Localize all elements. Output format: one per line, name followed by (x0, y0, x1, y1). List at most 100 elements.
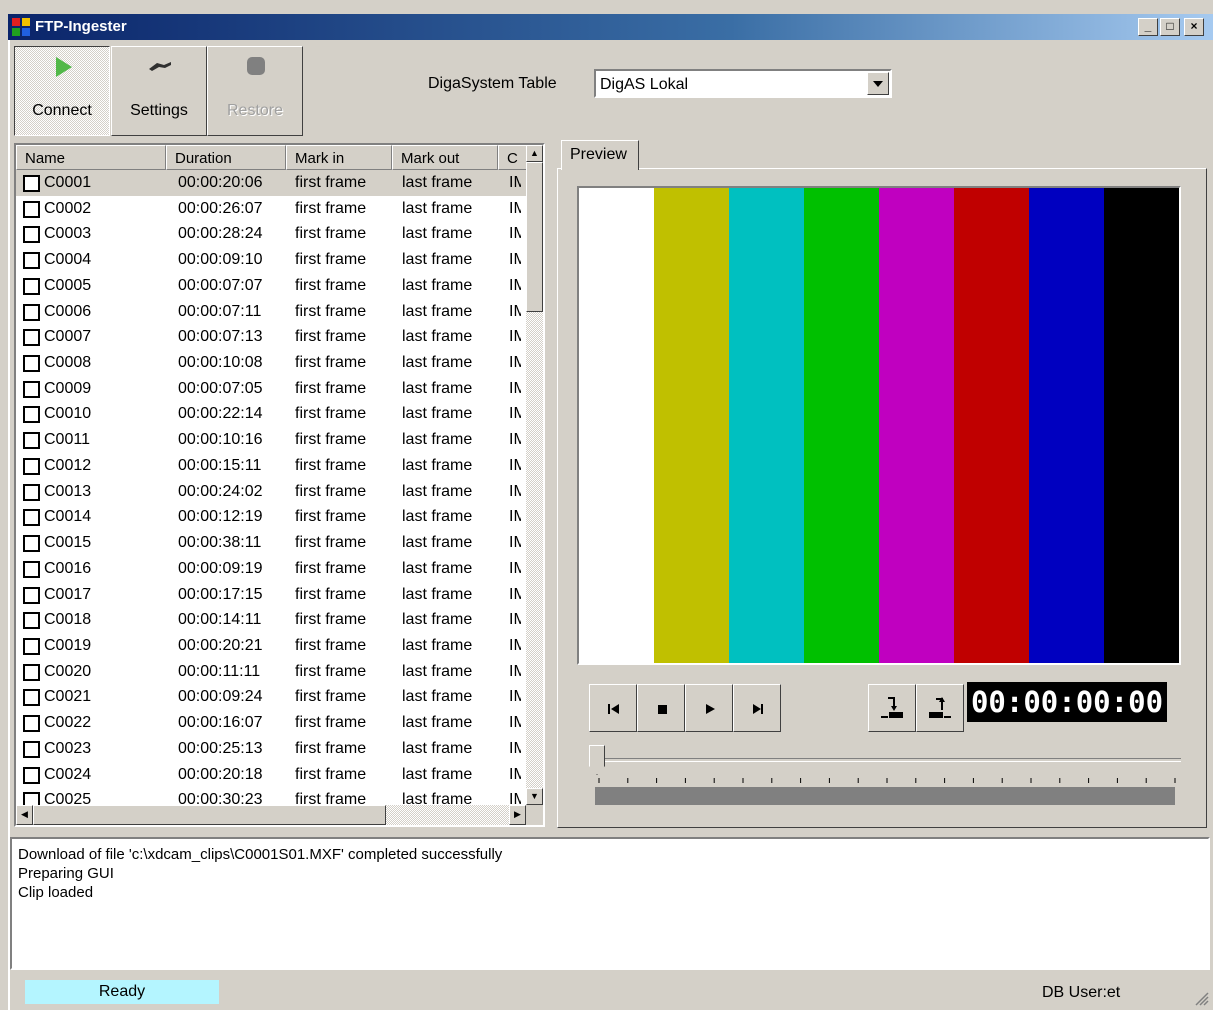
restore-button[interactable]: Restore (207, 46, 303, 136)
clip-row[interactable]: C0003 00:00:28:24 first frame last frame IM (16, 221, 526, 247)
tab-preview[interactable]: Preview (561, 140, 639, 170)
app-icon (12, 18, 30, 36)
clip-row[interactable]: C0024 00:00:20:18 first frame last frame IM (16, 762, 526, 788)
clip-mark-out: last frame (402, 225, 473, 243)
clip-name: C0011 (44, 431, 90, 449)
clip-checkbox[interactable] (23, 740, 40, 758)
color-bar (654, 188, 729, 663)
clip-row[interactable]: C0011 00:00:10:16 first frame last frame IM (16, 427, 526, 453)
horizontal-scrollbar[interactable]: ◀ ▶ (16, 805, 526, 825)
clip-checkbox[interactable] (23, 226, 40, 244)
settings-button[interactable]: Settings (111, 46, 207, 136)
column-header-duration[interactable]: Duration (166, 145, 286, 170)
clip-checkbox[interactable] (23, 277, 40, 295)
clip-row[interactable]: C0010 00:00:22:14 first frame last frame IM (16, 401, 526, 427)
set-mark-out-button[interactable] (916, 684, 964, 732)
clip-duration: 00:00:07:13 (178, 328, 263, 346)
clip-checkbox[interactable] (23, 663, 40, 681)
position-slider-track[interactable] (593, 758, 1181, 762)
clip-name: C0020 (44, 662, 92, 680)
clip-checkbox[interactable] (23, 637, 40, 655)
clip-checkbox[interactable] (23, 355, 40, 373)
scroll-right-icon[interactable]: ▶ (509, 805, 526, 825)
clip-mark-out: last frame (402, 405, 473, 423)
log-output[interactable]: Download of file 'c:\xdcam_clips\C0001S0… (10, 837, 1210, 970)
clip-duration: 00:00:25:13 (178, 739, 263, 757)
go-to-end-button[interactable] (733, 684, 781, 732)
clip-checkbox[interactable] (23, 689, 40, 707)
clip-c: IM (509, 791, 521, 805)
column-header-mark-in[interactable]: Mark in (286, 145, 392, 170)
title-bar[interactable]: FTP-Ingester _ □ × (8, 14, 1213, 40)
clip-row[interactable]: C0025 00:00:30:23 first frame last frame IM (16, 787, 526, 805)
clip-checkbox[interactable] (23, 509, 40, 527)
clip-row[interactable]: C0005 00:00:07:07 first frame last frame IM (16, 273, 526, 299)
stop-button[interactable] (637, 684, 685, 732)
column-header-mark-out[interactable]: Mark out (392, 145, 498, 170)
clip-c: IM (509, 225, 521, 243)
clip-duration: 00:00:07:11 (178, 302, 262, 320)
clip-row[interactable]: C0014 00:00:12:19 first frame last frame IM (16, 504, 526, 530)
clip-checkbox[interactable] (23, 560, 40, 578)
clip-checkbox[interactable] (23, 252, 40, 270)
clip-row[interactable]: C0021 00:00:09:24 first frame last frame IM (16, 684, 526, 710)
clip-checkbox[interactable] (23, 200, 40, 218)
clip-checkbox[interactable] (23, 380, 40, 398)
clip-row[interactable]: C0007 00:00:07:13 first frame last frame IM (16, 324, 526, 350)
clip-row[interactable]: C0017 00:00:17:15 first frame last frame IM (16, 582, 526, 608)
vertical-scrollbar[interactable]: ▲ ▼ (526, 145, 543, 805)
digasystem-table-select[interactable]: DigAS Lokal (594, 69, 892, 98)
clip-mark-in: first frame (295, 379, 367, 397)
clip-mark-out: last frame (402, 534, 473, 552)
clip-c: IM (509, 276, 521, 294)
clip-row[interactable]: C0008 00:00:10:08 first frame last frame IM (16, 350, 526, 376)
scroll-up-icon[interactable]: ▲ (526, 145, 543, 162)
vertical-scroll-thumb[interactable] (526, 162, 543, 312)
clip-checkbox[interactable] (23, 329, 40, 347)
go-to-start-button[interactable] (589, 684, 637, 732)
clip-row[interactable]: C0015 00:00:38:11 first frame last frame IM (16, 530, 526, 556)
clip-checkbox[interactable] (23, 483, 40, 501)
clip-name: C0021 (44, 688, 92, 706)
clip-list[interactable]: Name Duration Mark in Mark out C C0001 00… (14, 143, 545, 827)
clip-checkbox[interactable] (23, 432, 40, 450)
clip-row[interactable]: C0012 00:00:15:11 first frame last frame IM (16, 453, 526, 479)
clip-checkbox[interactable] (23, 612, 40, 630)
clip-row[interactable]: C0018 00:00:14:11 first frame last frame IM (16, 607, 526, 633)
clip-checkbox[interactable] (23, 303, 40, 321)
clip-name: C0016 (44, 559, 92, 577)
clip-row[interactable]: C0002 00:00:26:07 first frame last frame IM (16, 196, 526, 222)
clip-checkbox[interactable] (23, 792, 40, 805)
clip-row[interactable]: C0020 00:00:11:11 first frame last frame IM (16, 659, 526, 685)
clip-row[interactable]: C0016 00:00:09:19 first frame last frame IM (16, 556, 526, 582)
dropdown-arrow-icon[interactable] (867, 72, 889, 95)
clip-row[interactable]: C0006 00:00:07:11 first frame last frame IM (16, 299, 526, 325)
column-header-c[interactable]: C (498, 145, 528, 170)
clip-checkbox[interactable] (23, 535, 40, 553)
scroll-left-icon[interactable]: ◀ (16, 805, 33, 825)
clip-checkbox[interactable] (23, 586, 40, 604)
clip-checkbox[interactable] (23, 406, 40, 424)
maximize-button[interactable]: □ (1160, 18, 1180, 36)
clip-checkbox[interactable] (23, 715, 40, 733)
resize-grip-icon[interactable] (1193, 990, 1209, 1006)
digasystem-table-label: DigaSystem Table (428, 75, 557, 92)
clip-checkbox[interactable] (23, 175, 40, 192)
clip-row[interactable]: C0009 00:00:07:05 first frame last frame IM (16, 376, 526, 402)
clip-checkbox[interactable] (23, 766, 40, 784)
close-button[interactable]: × (1184, 18, 1204, 36)
clip-row[interactable]: C0019 00:00:20:21 first frame last frame IM (16, 633, 526, 659)
clip-row[interactable]: C0022 00:00:16:07 first frame last frame IM (16, 710, 526, 736)
clip-row[interactable]: C0004 00:00:09:10 first frame last frame IM (16, 247, 526, 273)
column-header-name[interactable]: Name (16, 145, 166, 170)
connect-button[interactable]: Connect (14, 46, 110, 136)
clip-row[interactable]: C0013 00:00:24:02 first frame last frame IM (16, 479, 526, 505)
scroll-down-icon[interactable]: ▼ (526, 788, 543, 805)
horizontal-scroll-thumb[interactable] (33, 805, 386, 825)
clip-row[interactable]: C0023 00:00:25:13 first frame last frame IM (16, 736, 526, 762)
minimize-button[interactable]: _ (1138, 18, 1158, 36)
play-button[interactable] (685, 684, 733, 732)
clip-checkbox[interactable] (23, 457, 40, 475)
set-mark-in-button[interactable] (868, 684, 916, 732)
clip-row[interactable]: C0001 00:00:20:06 first frame last frame IM (16, 170, 526, 196)
